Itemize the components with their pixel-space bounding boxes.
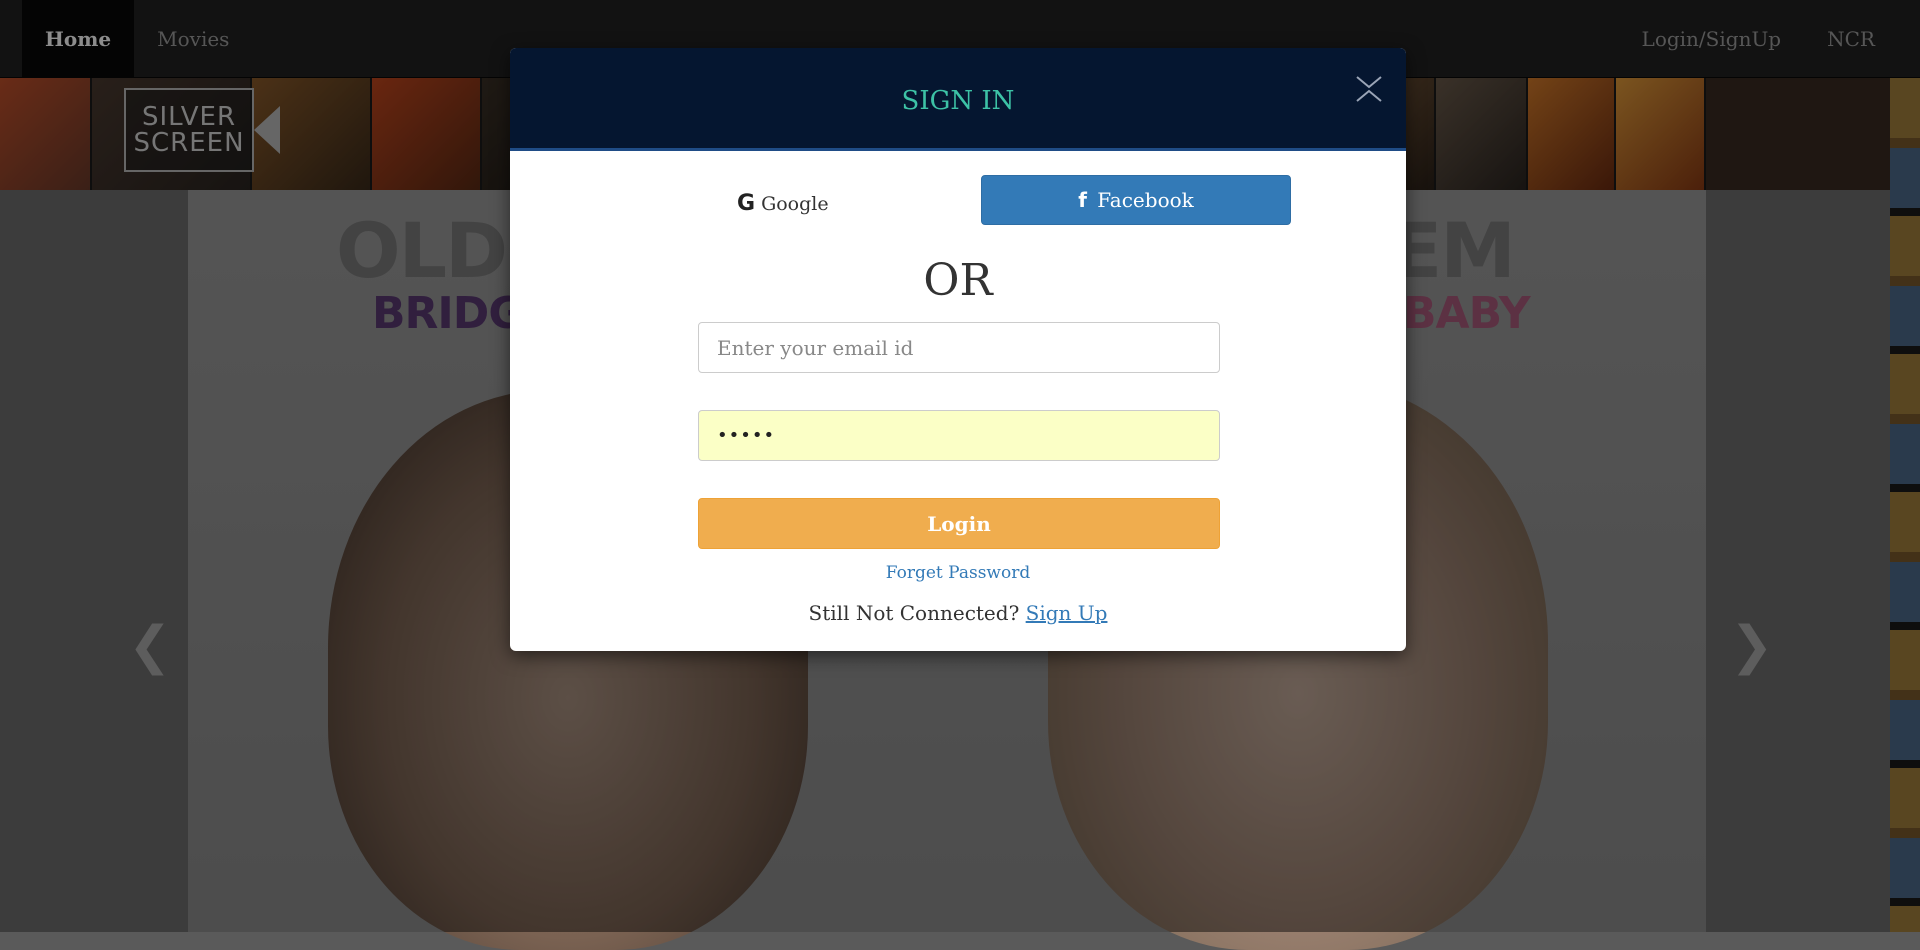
login-button[interactable]: Login [698, 498, 1220, 549]
facebook-label: Facebook [1097, 188, 1194, 212]
modal-title: SIGN IN [901, 86, 1015, 116]
sign-in-modal: SIGN IN G Google f Facebook OR Login For… [510, 48, 1406, 651]
google-login-button[interactable]: G Google [737, 185, 873, 223]
google-label: Google [761, 193, 829, 215]
signup-prompt-line: Still Not Connected? Sign Up [510, 601, 1406, 625]
signup-prompt-text: Still Not Connected? [808, 601, 1020, 625]
forget-password-link[interactable]: Forget Password [510, 563, 1406, 583]
modal-header: SIGN IN [510, 48, 1406, 151]
close-icon[interactable] [1354, 74, 1384, 104]
sign-up-link[interactable]: Sign Up [1026, 601, 1108, 625]
facebook-icon: f [1078, 188, 1087, 212]
password-field[interactable] [698, 410, 1220, 461]
google-icon: G [737, 191, 756, 216]
or-divider-text: OR [923, 255, 993, 306]
email-field[interactable] [698, 322, 1220, 373]
facebook-login-button[interactable]: f Facebook [981, 175, 1291, 225]
